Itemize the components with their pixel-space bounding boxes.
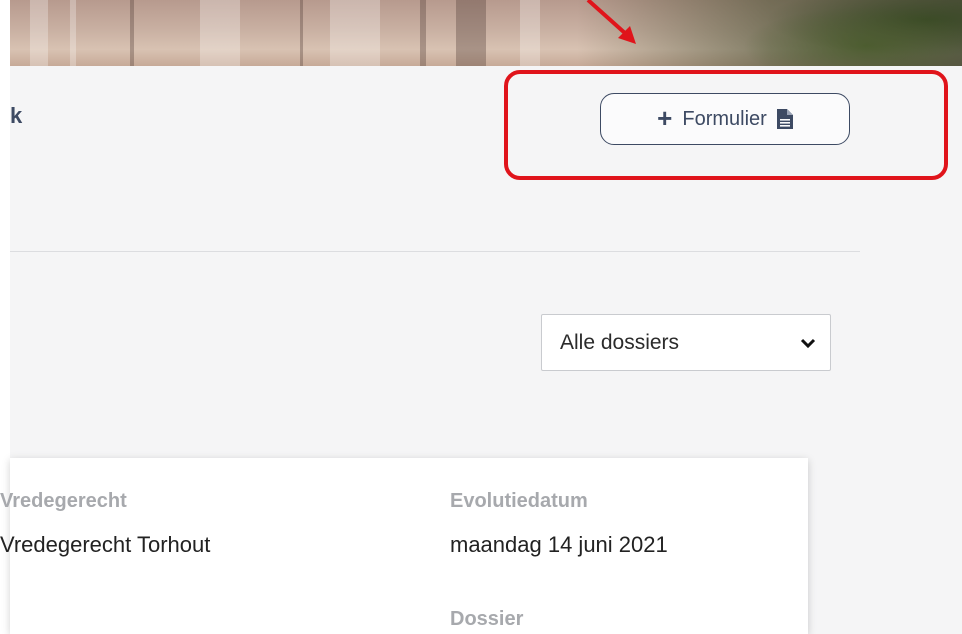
- plus-icon: +: [657, 103, 673, 133]
- add-form-button[interactable]: + Formulier: [600, 93, 850, 145]
- evolution-date-value: maandag 14 juni 2021: [450, 532, 668, 557]
- dossier-card[interactable]: Vredegerecht Vredegerecht Torhout Evolut…: [0, 458, 808, 634]
- page-title: k: [10, 103, 23, 128]
- section-divider: [10, 251, 860, 252]
- dossier-label: Dossier: [450, 608, 524, 630]
- header-banner-image: [0, 0, 962, 66]
- dossier-filter-value: Alle dossiers: [560, 330, 680, 354]
- court-label: Vredegerecht: [0, 490, 127, 512]
- evolution-date-label: Evolutiedatum: [450, 490, 588, 512]
- document-icon: [776, 109, 793, 129]
- dossier-filter-select[interactable]: Alle dossiers: [541, 314, 831, 371]
- add-form-button-label: Formulier: [682, 107, 767, 130]
- chevron-down-icon: [800, 338, 816, 348]
- court-value: Vredegerecht Torhout: [0, 532, 211, 557]
